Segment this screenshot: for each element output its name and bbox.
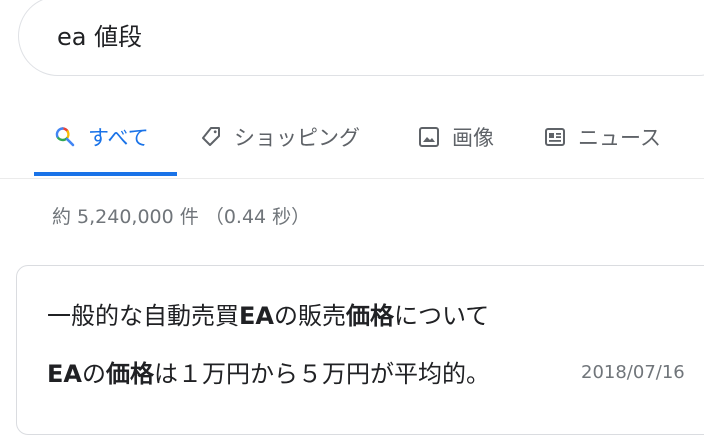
search-tabs: すべて ショッピング 画像 ニュース — [0, 96, 704, 179]
snippet-body-highlight: EA — [47, 360, 82, 388]
search-bar[interactable]: ea 値段 — [18, 0, 704, 76]
search-input[interactable]: ea 値段 — [57, 17, 142, 52]
snippet-body-text: の — [81, 360, 106, 388]
image-icon — [416, 124, 442, 150]
tab-news[interactable]: ニュース — [542, 122, 661, 152]
tab-all-label: すべて — [88, 126, 149, 150]
tag-icon — [198, 124, 224, 150]
snippet-title-highlight: 価格 — [345, 302, 394, 330]
result-stats: 約 5,240,000 件 （0.44 秒） — [52, 206, 311, 228]
tab-shopping-label: ショッピング — [234, 126, 360, 150]
snippet-title-text: について — [393, 302, 490, 330]
tab-shopping[interactable]: ショッピング — [198, 122, 360, 152]
tab-all[interactable]: すべて — [52, 122, 149, 152]
featured-snippet: 一般的な自動売買EAの販売価格について EAの価格は１万円から５万円が平均的。 … — [16, 265, 704, 435]
tab-images-label: 画像 — [452, 126, 494, 150]
active-tab-indicator — [34, 172, 177, 176]
snippet-body-text: は１万円から５万円が平均的。 — [153, 360, 490, 388]
snippet-date: 2018/07/16 — [581, 362, 685, 383]
snippet-body-highlight: 価格 — [105, 360, 154, 388]
search-icon — [52, 124, 78, 150]
snippet-title-text: の販売 — [273, 302, 346, 330]
snippet-body: EAの価格は１万円から５万円が平均的。 — [47, 354, 490, 389]
snippet-title-highlight: EA — [239, 302, 274, 330]
news-icon — [542, 124, 568, 150]
tab-news-label: ニュース — [578, 126, 661, 150]
tab-images[interactable]: 画像 — [416, 122, 494, 152]
snippet-title[interactable]: 一般的な自動売買EAの販売価格について — [47, 296, 489, 331]
snippet-title-text: 一般的な自動売買 — [47, 302, 239, 330]
